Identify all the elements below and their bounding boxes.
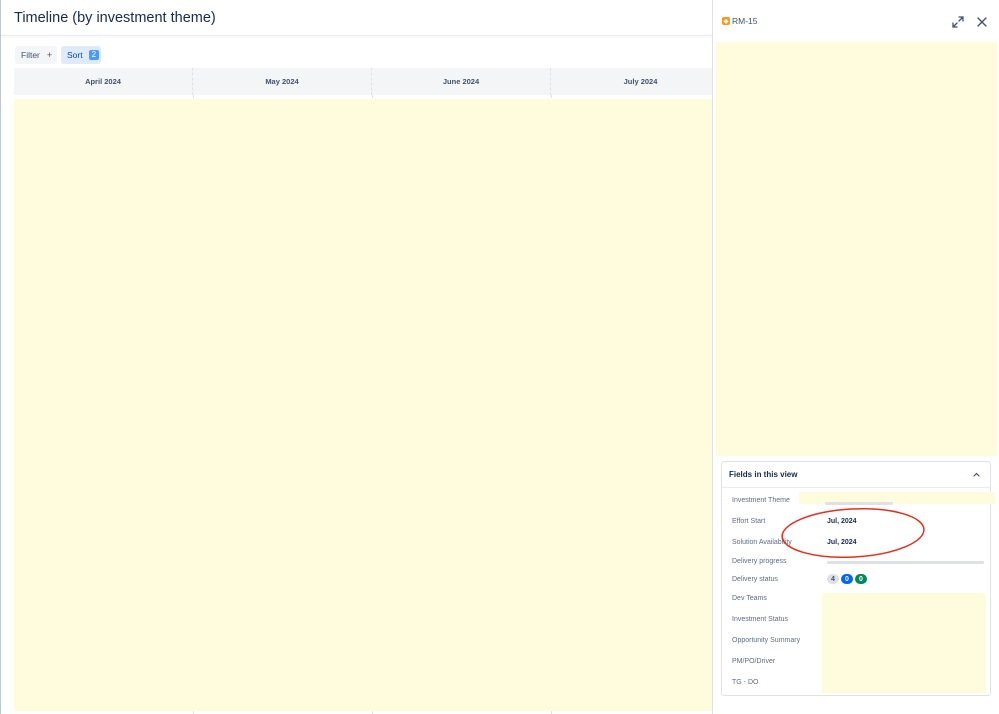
effort-start-value[interactable]: Jul, 2024 (827, 518, 857, 525)
month-header: April 2024 May 2024 June 2024 July 2024 (14, 68, 713, 95)
issue-detail-panel: ◆ RM-15 Fields in this view Investment T… (712, 0, 999, 714)
field-label-investment-status: Investment Status (732, 616, 789, 623)
fields-panel-title: Fields in this view (729, 470, 798, 479)
delivery-progress-bar (827, 561, 984, 564)
field-label-solution-availability: Solution Availability (732, 539, 792, 546)
delivery-status-badges[interactable]: 4 0 0 (827, 574, 869, 584)
page-title: Timeline (by investment theme) (14, 10, 216, 26)
plus-icon: + (46, 50, 53, 60)
timeline-canvas[interactable] (14, 99, 713, 711)
issue-details-area (716, 42, 997, 456)
month-column-header: July 2024 (623, 77, 658, 86)
field-label-delivery-progress: Delivery progress (732, 558, 787, 565)
todo-count-badge: 4 (827, 574, 839, 584)
done-count-badge: 0 (855, 574, 867, 584)
field-label-investment-theme: Investment Theme (732, 497, 790, 504)
filter-label: Filter (21, 50, 40, 60)
month-column-header: May 2024 (193, 68, 372, 95)
expand-button[interactable] (950, 14, 966, 30)
close-icon (977, 17, 987, 27)
month-column-header: April 2024 (14, 68, 193, 95)
sort-label: Sort (67, 50, 83, 60)
filter-button[interactable]: Filter + (15, 46, 57, 64)
field-label-dev-teams: Dev Teams (732, 595, 767, 602)
close-button[interactable] (974, 14, 990, 30)
issue-key: RM-15 (732, 16, 758, 26)
field-label-effort-start: Effort Start (732, 518, 766, 525)
issue-key-link[interactable]: ◆ RM-15 (722, 16, 758, 26)
roadmap-item-icon: ◆ (722, 17, 730, 25)
field-values-area (822, 593, 986, 693)
month-column-header: June 2024 (372, 68, 551, 95)
fields-panel-header[interactable]: Fields in this view (722, 462, 990, 488)
field-label-tg-do: TG - DO (732, 679, 759, 686)
field-label-opportunity-summary: Opportunity Summary (732, 637, 801, 644)
expand-icon (952, 16, 964, 28)
in-progress-count-badge: 0 (841, 574, 853, 584)
chevron-up-icon (973, 472, 980, 477)
field-label-delivery-status: Delivery status (732, 576, 778, 583)
timeline-view: Timeline (by investment theme) Filter + … (0, 0, 713, 714)
sort-button[interactable]: Sort 2 (61, 46, 101, 64)
solution-availability-value[interactable]: Jul, 2024 (827, 539, 857, 546)
title-divider (1, 35, 713, 36)
field-label-pm-po-driver: PM/PO/Driver (732, 658, 776, 665)
investment-theme-pill (825, 502, 893, 505)
fields-panel: Fields in this view Investment Theme Eff… (721, 461, 995, 696)
sort-count-badge: 2 (88, 50, 100, 60)
